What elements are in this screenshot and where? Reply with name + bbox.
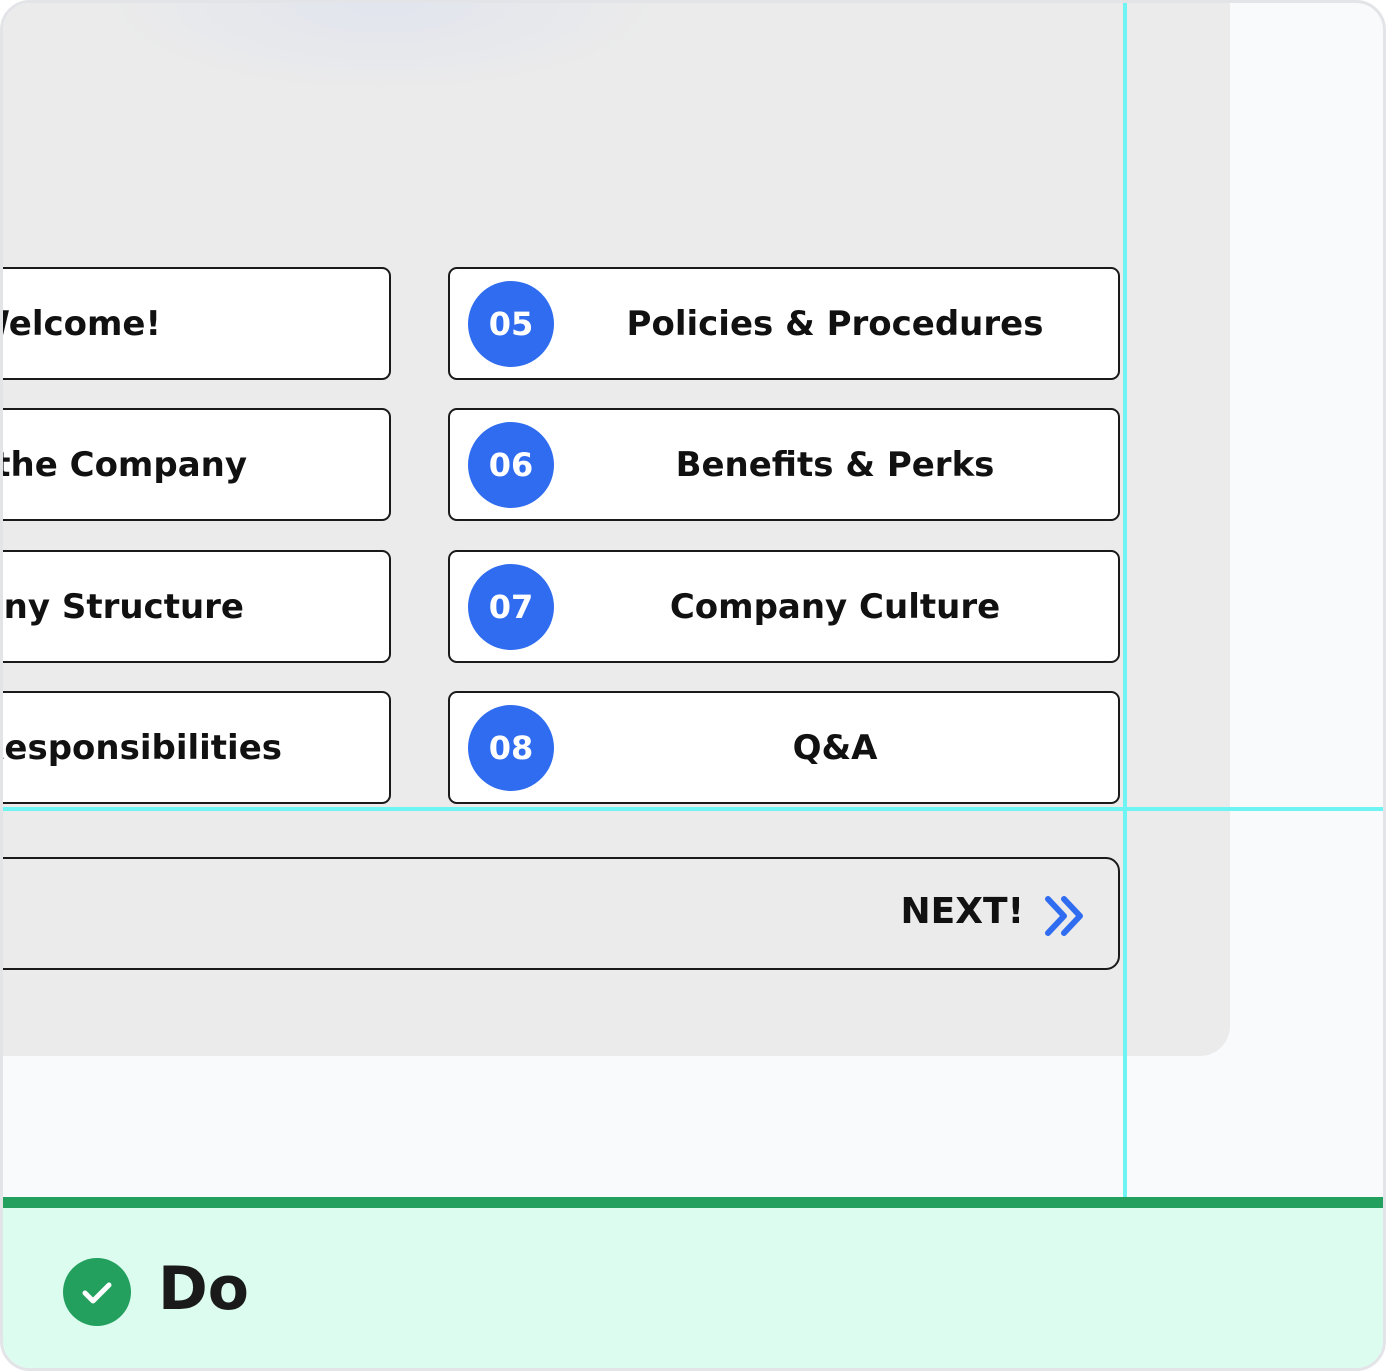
agenda-item-company-structure[interactable]: Company Structure [3, 550, 391, 663]
do-footer: Do [3, 1197, 1383, 1368]
check-circle-icon [63, 1258, 131, 1326]
horizontal-alignment-guide [3, 807, 1383, 811]
agenda-item-label: About the Company [3, 444, 247, 485]
guideline-card: Welcome! About the Company Company Struc… [0, 0, 1386, 1371]
agenda-item-culture[interactable]: 07 Company Culture [448, 550, 1120, 663]
agenda-item-label: Roles & Responsibilities [3, 727, 282, 768]
do-label: Do [158, 1254, 250, 1324]
double-chevron-right-icon [1044, 895, 1088, 937]
agenda-number-badge: 05 [468, 281, 554, 367]
agenda-item-roles-responsibilities[interactable]: Roles & Responsibilities [3, 691, 391, 804]
next-button[interactable]: NEXT! [3, 857, 1120, 970]
vertical-alignment-guide [1123, 3, 1127, 1198]
agenda-number-badge: 06 [468, 422, 554, 508]
agenda-item-label: Policies & Procedures [626, 303, 1044, 344]
agenda-item-welcome[interactable]: Welcome! [3, 267, 391, 380]
agenda-item-label: Benefits & Perks [675, 444, 995, 485]
agenda-number-badge: 08 [468, 705, 554, 791]
agenda-item-qa[interactable]: 08 Q&A [448, 691, 1120, 804]
agenda-item-label: Q&A [792, 727, 878, 768]
agenda-item-policies[interactable]: 05 Policies & Procedures [448, 267, 1120, 380]
agenda-number-badge: 07 [468, 564, 554, 650]
next-button-label: NEXT! [900, 891, 1024, 932]
panel-glow [103, 3, 663, 93]
agenda-item-benefits[interactable]: 06 Benefits & Perks [448, 408, 1120, 521]
agenda-item-label: Company Culture [669, 586, 1001, 627]
agenda-item-label: Company Structure [3, 586, 244, 627]
agenda-slide-panel: Welcome! About the Company Company Struc… [3, 3, 1230, 1056]
agenda-item-about-company[interactable]: About the Company [3, 408, 391, 521]
agenda-item-label: Welcome! [3, 303, 161, 344]
